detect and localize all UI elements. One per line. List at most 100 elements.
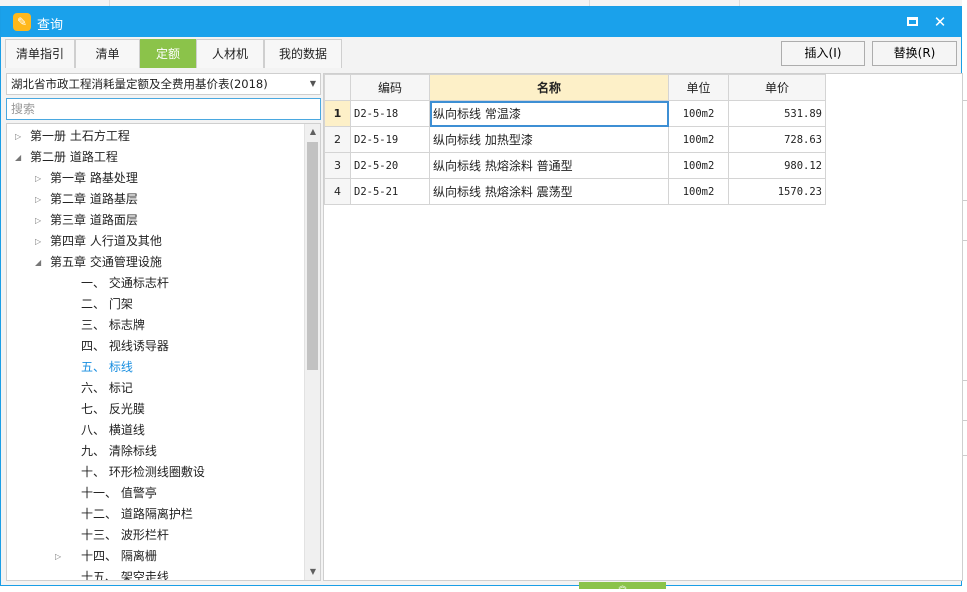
- quota-library-selected: 湖北省市政工程消耗量定额及全费用基价表(2018): [11, 77, 268, 91]
- dialog-titlebar[interactable]: ✎ 查询 ✕: [1, 7, 961, 37]
- close-button[interactable]: ✕: [929, 12, 951, 32]
- tree-item[interactable]: 二、 门架: [55, 294, 133, 315]
- row-number-cell[interactable]: 3: [324, 152, 351, 179]
- tree-item-label: 十二、 道路隔离护栏: [81, 507, 193, 521]
- row-number-cell[interactable]: 2: [324, 126, 351, 153]
- tree-item[interactable]: 十五、 架空走线: [55, 567, 169, 580]
- table-row[interactable]: 1 D2-5-18 纵向标线 常温漆 100m2 531.89: [324, 100, 826, 127]
- tree-item-label: 十四、 隔离栅: [81, 549, 157, 563]
- tree-item[interactable]: ▷ 第一册 土石方工程: [15, 126, 130, 147]
- name-cell[interactable]: 纵向标线 热熔涂料 震荡型: [429, 178, 669, 205]
- tree-item[interactable]: 三、 标志牌: [55, 315, 145, 336]
- scroll-up-icon[interactable]: ▲: [305, 124, 320, 140]
- code-cell[interactable]: D2-5-21: [350, 178, 430, 205]
- price-cell[interactable]: 980.12: [728, 152, 826, 179]
- quota-grid: 编码 名称 单位 单价 1 D2-5-18 纵向标线 常温漆 100m2 531.89 2…: [323, 73, 963, 581]
- insert-button[interactable]: 插入(I): [781, 41, 865, 66]
- tree-item[interactable]: 四、 视线诱导器: [55, 336, 169, 357]
- collapse-arrow-icon[interactable]: ◢: [15, 147, 21, 168]
- name-cell[interactable]: 纵向标线 热熔涂料 普通型: [429, 152, 669, 179]
- query-dialog: ✎ 查询 ✕ 清单指引 清单 定额 人材机 我的数据 插入(I) 替换(R) 湖…: [0, 6, 963, 590]
- tree-item[interactable]: 一、 交通标志杆: [55, 273, 169, 294]
- code-cell[interactable]: D2-5-20: [350, 152, 430, 179]
- tree-item-label: 第一章 路基处理: [50, 171, 138, 185]
- column-header-price[interactable]: 单价: [728, 74, 826, 101]
- tree-item[interactable]: 五、 标线: [55, 357, 133, 378]
- tree-item[interactable]: 六、 标记: [55, 378, 133, 399]
- price-cell[interactable]: 531.89: [728, 100, 826, 127]
- tree-item-label: 二、 门架: [81, 297, 133, 311]
- tree-item[interactable]: 八、 横道线: [55, 420, 145, 441]
- expand-arrow-icon[interactable]: ▷: [15, 126, 21, 147]
- tab-labor-material-machine[interactable]: 人材机: [196, 39, 264, 68]
- tab-bill-guide[interactable]: 清单指引: [5, 39, 75, 68]
- unit-cell[interactable]: 100m2: [668, 152, 729, 179]
- expand-arrow-icon[interactable]: ▷: [35, 210, 41, 231]
- tree-item[interactable]: ▷ 第四章 人行道及其他: [35, 231, 162, 252]
- expand-arrow-icon[interactable]: ▷: [55, 546, 61, 567]
- unit-cell[interactable]: 100m2: [668, 178, 729, 205]
- scroll-down-icon[interactable]: ▼: [305, 564, 320, 580]
- column-header-name[interactable]: 名称: [429, 74, 669, 101]
- tab-my-data[interactable]: 我的数据: [264, 39, 342, 68]
- table-row[interactable]: 2 D2-5-19 纵向标线 加热型漆 100m2 728.63: [324, 126, 826, 153]
- tree-item-label: 三、 标志牌: [81, 318, 145, 332]
- table-row[interactable]: 3 D2-5-20 纵向标线 热熔涂料 普通型 100m2 980.12: [324, 152, 826, 179]
- tree-item[interactable]: ▷ 十四、 隔离栅: [55, 546, 157, 567]
- tree-item[interactable]: ▷ 第二章 道路基层: [35, 189, 138, 210]
- tree-item-label: 六、 标记: [81, 381, 133, 395]
- row-number-header: [324, 74, 351, 101]
- tab-bill[interactable]: 清单: [75, 39, 140, 68]
- column-header-code[interactable]: 编码: [350, 74, 430, 101]
- maximize-button[interactable]: [901, 12, 923, 32]
- tree-item[interactable]: ▷ 第三章 道路面层: [35, 210, 138, 231]
- tree-item[interactable]: 十二、 道路隔离护栏: [55, 504, 193, 525]
- unit-cell[interactable]: 100m2: [668, 100, 729, 127]
- tree-scrollbar[interactable]: ▲ ▼: [304, 124, 320, 580]
- code-cell[interactable]: D2-5-19: [350, 126, 430, 153]
- chapter-tree: ▲ ▼ ▷ 第一册 土石方工程 ◢ 第二册 道路工程 ▷ 第一章 路基处理 ▷ 第二章 道路基…: [6, 123, 321, 581]
- tab-quota[interactable]: 定额: [140, 39, 196, 68]
- quota-library-select[interactable]: 湖北省市政工程消耗量定额及全费用基价表(2018) ▼: [6, 73, 321, 95]
- expand-arrow-icon[interactable]: ▷: [35, 189, 41, 210]
- tree-item-label: 十三、 波形栏杆: [81, 528, 169, 542]
- unit-cell[interactable]: 100m2: [668, 126, 729, 153]
- tree-item[interactable]: 九、 清除标线: [55, 441, 157, 462]
- table-row[interactable]: 4 D2-5-21 纵向标线 热熔涂料 震荡型 100m2 1570.23: [324, 178, 826, 205]
- tree-item[interactable]: 十三、 波形栏杆: [55, 525, 169, 546]
- tree-item-label: 十、 环形检测线圈敷设: [81, 465, 205, 479]
- expand-arrow-icon[interactable]: ▷: [35, 231, 41, 252]
- dialog-title: 查询: [37, 18, 64, 33]
- column-header-unit[interactable]: 单位: [668, 74, 729, 101]
- row-number-cell[interactable]: 1: [324, 100, 351, 127]
- price-cell[interactable]: 1570.23: [728, 178, 826, 205]
- tree-item[interactable]: 十、 环形检测线圈敷设: [55, 462, 205, 483]
- tree-item-label: 八、 横道线: [81, 423, 145, 437]
- tree-item-label: 第二册 道路工程: [30, 150, 118, 164]
- tree-item[interactable]: ◢ 第二册 道路工程: [15, 147, 118, 168]
- dropdown-arrow-icon: ▼: [309, 79, 316, 88]
- quota-table: 编码 名称 单位 单价 1 D2-5-18 纵向标线 常温漆 100m2 531.89 2…: [324, 74, 826, 205]
- search-input[interactable]: [6, 98, 321, 120]
- table-header-row: 编码 名称 单位 单价: [324, 74, 826, 101]
- tree-item-label: 五、 标线: [81, 360, 133, 374]
- tree-item[interactable]: ▷ 第一章 路基处理: [35, 168, 138, 189]
- tree-item[interactable]: ◢ 第五章 交通管理设施: [35, 252, 162, 273]
- tree-item-label: 第二章 道路基层: [50, 192, 138, 206]
- collapse-arrow-icon[interactable]: ◢: [35, 252, 41, 273]
- tree-item[interactable]: 七、 反光膜: [55, 399, 145, 420]
- tree-item[interactable]: 十一、 值警亭: [55, 483, 157, 504]
- row-number-cell[interactable]: 4: [324, 178, 351, 205]
- price-cell[interactable]: 728.63: [728, 126, 826, 153]
- tab-bar: 清单指引 清单 定额 人材机 我的数据 插入(I) 替换(R): [1, 38, 961, 68]
- scrollbar-thumb[interactable]: [307, 142, 318, 370]
- tree-item-label: 九、 清除标线: [81, 444, 157, 458]
- splitter-grip[interactable]: ︽: [579, 582, 666, 590]
- left-panel: 湖北省市政工程消耗量定额及全费用基价表(2018) ▼ ▲ ▼ ▷ 第一册 土石方…: [6, 73, 321, 581]
- tree-item-label: 第一册 土石方工程: [30, 129, 130, 143]
- replace-button[interactable]: 替换(R): [872, 41, 957, 66]
- expand-arrow-icon[interactable]: ▷: [35, 168, 41, 189]
- name-cell[interactable]: 纵向标线 加热型漆: [429, 126, 669, 153]
- name-cell[interactable]: 纵向标线 常温漆: [429, 100, 669, 127]
- code-cell[interactable]: D2-5-18: [350, 100, 430, 127]
